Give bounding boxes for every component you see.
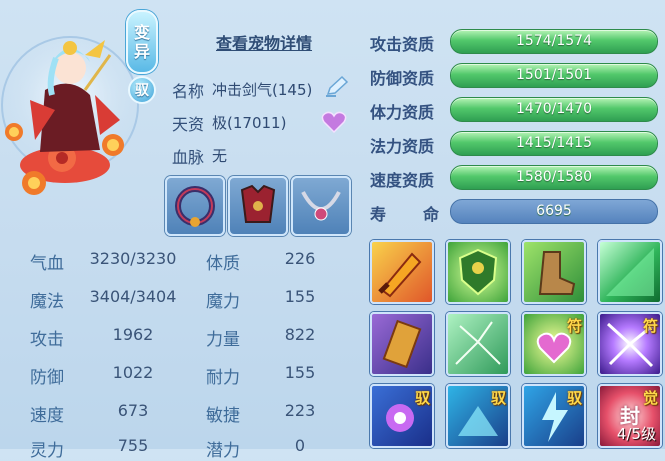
skill-slot[interactable]: 封 觉 4/5级 bbox=[598, 384, 662, 448]
yu-tag: 驭 bbox=[414, 389, 430, 407]
stat-value: 0 bbox=[294, 436, 306, 455]
fu-tag: 符 bbox=[642, 317, 658, 335]
stat-value: 673 bbox=[117, 401, 149, 420]
stat-value: 1962 bbox=[112, 325, 154, 344]
mutate-badge: 变 异 bbox=[126, 10, 158, 74]
aptitude-value: 1580/1580 bbox=[516, 169, 592, 185]
equip-slot-collar[interactable] bbox=[165, 176, 225, 236]
necklace-icon bbox=[301, 191, 341, 221]
life-value: 6695 bbox=[536, 203, 572, 219]
stat-value: 155 bbox=[284, 363, 316, 382]
shield-icon bbox=[458, 248, 498, 296]
talent-value: 极(17011) bbox=[212, 114, 287, 132]
mutate-char-2: 异 bbox=[133, 42, 150, 61]
yu-tag: 驭 bbox=[566, 389, 582, 407]
stat-label: 速度 bbox=[30, 406, 64, 426]
pet-name-value: 冲击剑气(145) bbox=[212, 81, 313, 99]
skill-slot[interactable]: 驭 bbox=[446, 384, 510, 448]
boot-icon bbox=[538, 251, 576, 295]
collar-icon bbox=[175, 186, 215, 227]
stat-value: 3404/3404 bbox=[89, 287, 177, 306]
life-label-1: 寿 bbox=[370, 205, 387, 224]
blade-strike-icon bbox=[378, 252, 422, 298]
stat-value: 3230/3230 bbox=[89, 249, 177, 268]
skill-slot[interactable]: 符 bbox=[522, 312, 586, 376]
aptitude-bar-stamina: 1470/1470 bbox=[450, 97, 658, 122]
life-label-2: 命 bbox=[423, 205, 440, 224]
skill-slot[interactable]: 驭 bbox=[522, 384, 586, 448]
life-bar: 6695 bbox=[450, 199, 658, 224]
skill-slot[interactable]: 符 bbox=[598, 312, 662, 376]
jue-tag: 觉 bbox=[642, 389, 658, 407]
stat-value: 155 bbox=[284, 287, 316, 306]
green-wave-icon bbox=[606, 248, 654, 296]
aptitude-label: 防御资质 bbox=[370, 69, 435, 88]
aptitude-bar-attack: 1574/1574 bbox=[450, 29, 658, 54]
bloodline-value: 无 bbox=[212, 147, 228, 165]
equip-slot-necklace[interactable] bbox=[291, 176, 351, 236]
skill-slot[interactable] bbox=[598, 240, 662, 304]
edit-name-icon[interactable] bbox=[324, 74, 350, 98]
aptitude-bar-magic: 1415/1415 bbox=[450, 131, 658, 156]
aptitude-bar-speed: 1580/1580 bbox=[450, 165, 658, 190]
aptitude-label: 体力资质 bbox=[370, 103, 435, 122]
heart-icon[interactable] bbox=[321, 110, 347, 134]
stat-value: 1022 bbox=[112, 363, 154, 382]
aptitude-label: 速度资质 bbox=[370, 171, 435, 190]
scroll-icon bbox=[382, 319, 422, 369]
stat-label: 防御 bbox=[30, 368, 64, 388]
aptitude-label: 法力资质 bbox=[370, 137, 435, 156]
aptitude-value: 1470/1470 bbox=[516, 101, 592, 117]
stat-label: 耐力 bbox=[206, 368, 240, 388]
stat-label: 敏捷 bbox=[206, 406, 240, 426]
stat-label: 魔力 bbox=[206, 292, 240, 312]
skill-slot[interactable] bbox=[370, 312, 434, 376]
skill-level: 4/5级 bbox=[616, 425, 656, 443]
equip-slot-armor[interactable] bbox=[228, 176, 288, 236]
stat-value: 822 bbox=[284, 325, 316, 344]
stat-label: 攻击 bbox=[30, 330, 64, 350]
mutate-char-1: 变 bbox=[133, 23, 150, 42]
ride-badge: 驭 bbox=[128, 76, 156, 104]
skill-slot[interactable]: 驭 bbox=[370, 384, 434, 448]
skill-slot[interactable] bbox=[522, 240, 586, 304]
view-pet-details-link[interactable]: 查看宠物详情 bbox=[216, 30, 312, 54]
yu-tag: 驭 bbox=[490, 389, 506, 407]
stat-label: 力量 bbox=[206, 330, 240, 350]
armor-icon bbox=[240, 184, 276, 223]
skill-slot[interactable] bbox=[446, 240, 510, 304]
bloodline-label: 血脉 bbox=[172, 148, 205, 167]
aptitude-label: 攻击资质 bbox=[370, 35, 435, 54]
talent-label: 天资 bbox=[172, 115, 205, 134]
stat-value: 226 bbox=[284, 249, 316, 268]
aptitude-value: 1415/1415 bbox=[516, 135, 592, 151]
stat-label: 体质 bbox=[206, 254, 240, 274]
aptitude-value: 1574/1574 bbox=[516, 33, 592, 49]
stat-label: 气血 bbox=[30, 254, 64, 274]
stat-value: 755 bbox=[117, 436, 149, 455]
skill-slot[interactable] bbox=[370, 240, 434, 304]
stat-label: 魔法 bbox=[30, 292, 64, 312]
skill-slot[interactable] bbox=[446, 312, 510, 376]
fu-tag: 符 bbox=[566, 317, 582, 335]
aptitude-bar-defense: 1501/1501 bbox=[450, 63, 658, 88]
aptitude-value: 1501/1501 bbox=[516, 67, 592, 83]
name-label: 名称 bbox=[172, 82, 205, 101]
shatter-icon bbox=[455, 321, 501, 365]
stat-value: 223 bbox=[284, 401, 316, 420]
